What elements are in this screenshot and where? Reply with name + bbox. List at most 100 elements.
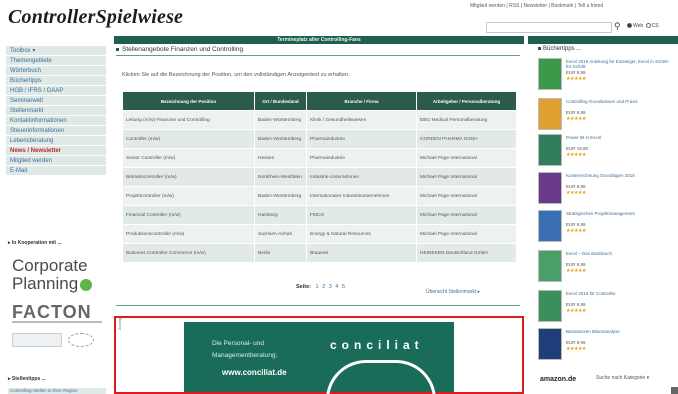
page-link[interactable]: 4 [335, 284, 338, 290]
table-row[interactable]: Controller (m/w) Baden-Württemberg Pharm… [122, 129, 517, 149]
ad-brand[interactable]: conciliat [330, 338, 424, 352]
book-item[interactable]: Controlling-Grundwissen und Praxis EUR 9,… [538, 98, 678, 134]
book-item[interactable]: Excel 2016 für Controller EUR 9,99 ★★★★★ [538, 290, 678, 326]
facton-tagline [12, 321, 102, 323]
pager-label: Seite: [296, 284, 311, 290]
cell-position[interactable]: Leitung (m/w) Finanzen und Controlling [122, 110, 255, 130]
table-row[interactable]: Projektcontroller (m/w) Baden-Württember… [122, 186, 517, 206]
partner-logo[interactable] [12, 333, 62, 347]
left-navigation: Toolbox ▾ Themengebiete Wörterbuch Büche… [6, 46, 106, 176]
page-title: Stellenangebote Finanzen und Controlling [116, 46, 243, 53]
radio-web[interactable] [627, 23, 632, 29]
rating-stars-icon: ★★★★★ [566, 308, 586, 314]
col-industry: Branche / Firma [306, 91, 417, 111]
partner-logos[interactable] [12, 333, 102, 348]
book-cover[interactable] [538, 172, 562, 204]
book-item[interactable]: Power BI in Excel EUR 19,90 ★★★★★ [538, 134, 678, 170]
page-link[interactable]: 2 [322, 284, 325, 290]
nav-item[interactable]: Mitglied werden [6, 156, 106, 166]
radio-cs[interactable] [645, 23, 651, 29]
nav-item[interactable]: Themengebiete [6, 56, 106, 66]
search-scope[interactable]: Web CS [626, 23, 659, 29]
book-item[interactable]: Excel 2016 Anleitung für Einsteiger, Exc… [538, 58, 678, 94]
cell-location: Nordrhein-Westfalen [254, 167, 307, 187]
ad-line1: Die Personal- und [212, 340, 265, 347]
cell-position[interactable]: Financial Controller (m/w) [122, 205, 255, 225]
cell-position[interactable]: Controller (m/w) [122, 129, 255, 149]
cp-logo-icon [80, 278, 93, 291]
book-item[interactable]: Excel – Das Basisbuch EUR 9,99 ★★★★★ [538, 250, 678, 286]
nav-item[interactable]: Seminarwelt [6, 96, 106, 106]
book-item[interactable]: Basiswissen Bilanzanalyse EUR 9,99 ★★★★★ [538, 328, 678, 364]
book-cover[interactable] [538, 328, 562, 360]
amazon-logo[interactable]: amazon.de [540, 376, 576, 383]
facton-logo[interactable]: FACTON [12, 302, 92, 323]
book-title[interactable]: Excel 2016 Anleitung für Einsteiger, Exc… [566, 59, 676, 69]
nav-item[interactable]: E-Mail [6, 166, 106, 176]
stellen-link[interactable]: Controlling-Stellen in Ihrer Region [8, 388, 106, 394]
search-icon[interactable]: ⚲ [614, 21, 621, 32]
header-links[interactable]: Mitglied werden | RSS | Newsletter | Boo… [470, 3, 676, 9]
ad-label: Anzeige [117, 315, 122, 330]
cell-position[interactable]: Business Controller Commerce (m/w) [122, 243, 255, 263]
rating-stars-icon: ★★★★★ [566, 190, 586, 196]
book-title[interactable]: Excel 2016 für Controller [566, 291, 676, 296]
cell-position[interactable]: Produktionscontroller (m/w) [122, 224, 255, 244]
cell-position[interactable]: Senior Controller (m/w) [122, 148, 255, 168]
book-cover[interactable] [538, 134, 562, 166]
site-logo[interactable]: ControllerSpielwiese [8, 6, 183, 29]
book-price: EUR 9,99 [566, 70, 586, 75]
cp-line1: Corporate [12, 256, 88, 275]
book-cover[interactable] [538, 210, 562, 242]
cell-employer: HEINEKEN Deutschland GmbH [416, 243, 517, 263]
book-title[interactable]: Excel – Das Basisbuch [566, 251, 676, 256]
amazon-category-select[interactable]: Suche nach Kategorie ▾ [596, 375, 676, 381]
book-price: EUR 9,99 [566, 184, 586, 189]
nav-item[interactable]: Wörterbuch [6, 66, 106, 76]
cell-industry: Klinik / Gesundheitswesen [306, 110, 417, 130]
book-title[interactable]: Basiswissen Bilanzanalyse [566, 329, 676, 334]
cell-employer: Michael Page International [416, 224, 517, 244]
table-header: Bezeichnung der Position Ort / Bundeslan… [122, 91, 517, 111]
cell-employer: EBG Medical Personalberatung [416, 110, 517, 130]
book-cover[interactable] [538, 250, 562, 282]
overview-link[interactable]: Übersicht Stellenmarkt ▸ [426, 289, 480, 295]
page-link[interactable]: 1 [316, 284, 319, 290]
cell-position[interactable]: Projektcontroller (m/w) [122, 186, 255, 206]
scroll-button[interactable] [671, 387, 678, 394]
book-cover[interactable] [538, 290, 562, 322]
col-position: Bezeichnung der Position [122, 91, 255, 111]
table-row[interactable]: Produktionscontroller (m/w) Sachsen-Anha… [122, 224, 517, 244]
table-row[interactable]: Betriebscontroller (m/w) Nordrhein-Westf… [122, 167, 517, 187]
book-item[interactable]: Kostenrechnung Grundlagen 2018 EUR 9,99 ★★… [538, 172, 678, 208]
book-cover[interactable] [538, 58, 562, 90]
nav-item[interactable]: Steuerinformationen [6, 126, 106, 136]
book-item[interactable]: Strategisches Projektmanagement EUR 9,99 ★… [538, 210, 678, 246]
book-title[interactable]: Strategisches Projektmanagement [566, 211, 676, 216]
nav-item[interactable]: HGB / IFRS / GAAP [6, 86, 106, 96]
topbar-title: Termineplatz aller Controlling-Fans [114, 36, 524, 44]
book-title[interactable]: Power BI in Excel [566, 135, 676, 140]
table-row[interactable]: Leitung (m/w) Finanzen und Controlling B… [122, 110, 517, 130]
cell-location: Sachsen-Anhalt [254, 224, 307, 244]
ad-url[interactable]: www.conciliat.de [222, 368, 287, 377]
table-row[interactable]: Business Controller Commerce (m/w) Berli… [122, 243, 517, 263]
nav-item-news[interactable]: News / Newsletter [6, 146, 106, 156]
nav-item[interactable]: Kontaktinformationen [6, 116, 106, 126]
book-cover[interactable] [538, 98, 562, 130]
book-title[interactable]: Controlling-Grundwissen und Praxis [566, 99, 676, 104]
page-link[interactable]: 5 [342, 284, 345, 290]
corporate-planning-logo[interactable]: Corporate Planning [12, 256, 93, 293]
nav-item[interactable]: Lebensberatung [6, 136, 106, 146]
table-row[interactable]: Senior Controller (m/w) Hessen Pharmaind… [122, 148, 517, 168]
book-title[interactable]: Kostenrechnung Grundlagen 2018 [566, 173, 676, 178]
page-link[interactable]: 3 [329, 284, 332, 290]
table-row[interactable]: Financial Controller (m/w) Hamburg FMCG … [122, 205, 517, 225]
nav-item[interactable]: Stellenmarkt [6, 106, 106, 116]
cell-position[interactable]: Betriebscontroller (m/w) [122, 167, 255, 187]
search-input[interactable] [486, 22, 612, 33]
radio-cs-label: CS [651, 23, 659, 29]
nav-item[interactable]: Toolbox ▾ [6, 46, 106, 56]
nav-item[interactable]: Büchertipps [6, 76, 106, 86]
partner-logo-icon[interactable] [68, 333, 94, 347]
